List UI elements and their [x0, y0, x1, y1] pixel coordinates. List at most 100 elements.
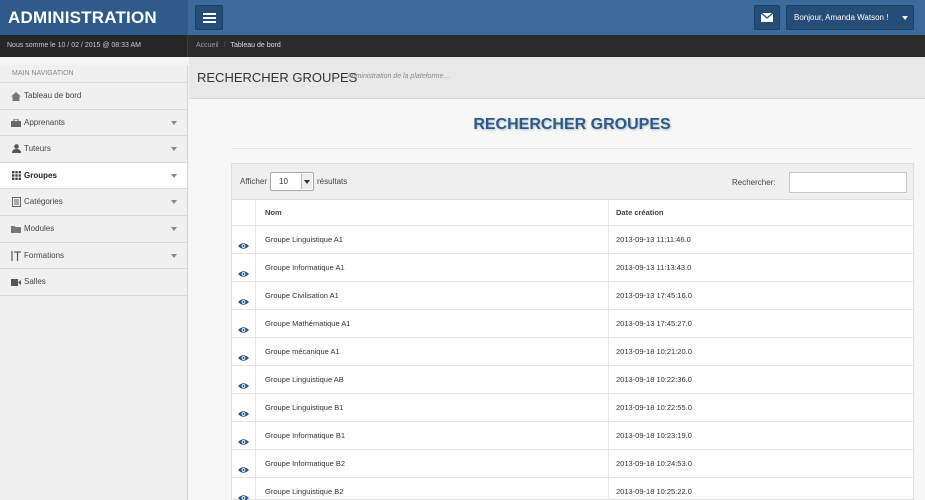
chevron-down-icon: [171, 173, 177, 178]
sidebar-item-label: Tuteurs: [24, 144, 51, 154]
column-header-nom[interactable]: Nom: [257, 200, 609, 225]
sidebar-item-label: Modules: [24, 223, 55, 233]
app-brand[interactable]: ADMINISTRATION: [0, 0, 188, 35]
sidebar-item-salles[interactable]: Salles: [0, 269, 187, 296]
creation-date-cell: 2013-09-18 10:22:55.0: [616, 403, 692, 412]
sidebar-item-tableau-de-bord[interactable]: Tableau de bord: [0, 83, 187, 110]
eye-icon[interactable]: [238, 354, 249, 362]
eye-icon[interactable]: [238, 410, 249, 418]
table-row: Groupe Civilisation A1 2013-09-13 17:45:1…: [232, 282, 913, 310]
briefcase-icon: [10, 110, 22, 137]
group-name-cell: Groupe Linguistique A1: [257, 226, 609, 253]
envelope-icon: [761, 13, 773, 22]
breadcrumb-separator: /: [223, 42, 226, 49]
creation-date-cell: 2013-09-18 10:24:53.0: [616, 459, 692, 468]
group-name-cell: Groupe Informatique B2: [257, 450, 609, 477]
sidebar-spacer: [0, 57, 188, 65]
eye-icon[interactable]: [238, 494, 249, 500]
table-row: Groupe mécanique A1 2013-09-18 10:21:20.0: [232, 338, 913, 366]
creation-date-cell: 2013-09-18 10:22:36.0: [616, 375, 692, 384]
current-date-text: Nous somme le 10 / 02 / 2015 @ 08:33 AM: [0, 35, 188, 57]
creation-date-cell: 2013-09-13 17:45:27.0: [616, 319, 692, 328]
table-header-row: Nom Date création: [232, 200, 913, 226]
sidebar-item-apprenants[interactable]: Apprenants: [0, 109, 187, 137]
column-header-date-creation[interactable]: Date création: [610, 200, 913, 225]
view-action-cell: [232, 310, 256, 337]
sidebar-item-categories[interactable]: Catégories: [0, 189, 187, 216]
section-heading: RECHERCHER GROUPES: [473, 116, 671, 133]
eye-icon[interactable]: [238, 438, 249, 446]
table-row: Groupe Linguistique B2 2013-09-18 10:25:2…: [232, 478, 913, 500]
messages-button[interactable]: [754, 5, 780, 30]
table-row: Groupe Informatique B1 2013-09-18 10:23:1…: [232, 422, 913, 450]
sidebar-item-groupes[interactable]: Groupes: [0, 162, 187, 190]
sidebar-toggle-button[interactable]: [195, 5, 223, 30]
user-greeting: Bonjour, Amanda Watson !: [794, 13, 889, 22]
chevron-down-icon: [171, 226, 177, 231]
creation-date-cell: 2013-09-18 10:23:19.0: [616, 431, 692, 440]
sidebar-item-tuteurs[interactable]: Tuteurs: [0, 136, 187, 163]
chevron-down-icon: [171, 147, 177, 152]
user-icon: [10, 136, 22, 163]
breadcrumb-home-link[interactable]: Accueil: [196, 42, 219, 49]
sidebar-item-label: Apprenants: [24, 117, 65, 127]
camera-icon: [10, 269, 22, 296]
sub-header: Nous somme le 10 / 02 / 2015 @ 08:33 AM …: [0, 35, 925, 57]
view-action-cell: [232, 366, 256, 393]
table-row: Groupe Informatique B2 2013-09-18 10:24:5…: [232, 450, 913, 478]
creation-date-cell: 2013-09-13 17:45:16.0: [616, 291, 692, 300]
eye-icon[interactable]: [238, 382, 249, 390]
group-name-cell: Groupe Linguistique B1: [257, 394, 609, 421]
view-action-cell: [232, 450, 256, 477]
page-size-value: 10: [279, 177, 288, 186]
chevron-down-icon: [171, 200, 177, 205]
group-name-cell: Groupe Civilisation A1: [257, 282, 609, 309]
sidebar-item-label: Catégories: [24, 197, 63, 207]
search-input[interactable]: [789, 172, 907, 193]
view-action-cell: [232, 254, 256, 281]
group-name-cell: Groupe mécanique A1: [257, 338, 609, 365]
table-row: Groupe Linguistique A1 2013-09-13 11:11:4…: [232, 226, 913, 254]
home-icon: [10, 83, 22, 111]
view-action-cell: [232, 394, 256, 421]
creation-date-cell: 2013-09-18 10:25:22.0: [616, 487, 692, 496]
table-row: Groupe Linguistique AB 2013-09-18 10:22:3…: [232, 366, 913, 394]
group-name-cell: Groupe Linguistique AB: [257, 366, 609, 393]
eye-icon[interactable]: [238, 298, 249, 306]
main-content: RECHERCHER GROUPES Afficher 10 résultats…: [189, 99, 925, 500]
chevron-down-icon: [171, 120, 177, 125]
sidebar-item-formations[interactable]: Formations: [0, 242, 187, 271]
table-row: Groupe Mathématique A1 2013-09-13 17:45:2…: [232, 310, 913, 338]
page-size-select[interactable]: 10: [270, 172, 314, 191]
sidebar-heading: MAIN NAVIGATION: [0, 65, 187, 83]
eye-icon[interactable]: [238, 242, 249, 250]
creation-date-cell: 2013-09-13 11:13:43.0: [616, 263, 692, 272]
actions-column-header: [232, 200, 256, 225]
group-name-cell: Groupe Linguistique B2: [257, 478, 609, 500]
groups-table-panel: Afficher 10 résultats Rechercher: Nom Da…: [231, 163, 914, 500]
sidebar-item-label: Formations: [24, 250, 65, 260]
sidebar-item-label: Salles: [24, 277, 46, 287]
view-action-cell: [232, 422, 256, 449]
folder-icon: [10, 216, 22, 243]
page-subtitle: Administration de la plateforme...: [347, 73, 450, 80]
sidebar-item-label: Groupes: [24, 170, 57, 180]
table-toolbar: Afficher 10 résultats Rechercher:: [232, 164, 913, 200]
eye-icon[interactable]: [238, 270, 249, 278]
group-name-cell: Groupe Informatique B1: [257, 422, 609, 449]
content-header: RECHERCHER GROUPES Administration de la …: [189, 57, 925, 99]
groups-table: Nom Date création Groupe Linguistique A1…: [232, 200, 913, 500]
view-action-cell: [232, 338, 256, 365]
results-label: résultats: [317, 177, 348, 186]
top-header: ADMINISTRATION Bonjour, Amanda Watson !: [0, 0, 925, 35]
eye-icon[interactable]: [238, 326, 249, 334]
eye-icon[interactable]: [238, 466, 249, 474]
creation-date-cell: 2013-09-18 10:21:20.0: [616, 347, 692, 356]
view-action-cell: [232, 282, 256, 309]
user-menu-button[interactable]: Bonjour, Amanda Watson !: [786, 5, 914, 30]
show-label: Afficher: [240, 177, 267, 186]
sidebar-item-modules[interactable]: Modules: [0, 215, 187, 243]
table-row: Groupe Linguistique B1 2013-09-18 10:22:5…: [232, 394, 913, 422]
text-icon: [10, 243, 22, 271]
grid-icon: [10, 163, 22, 190]
